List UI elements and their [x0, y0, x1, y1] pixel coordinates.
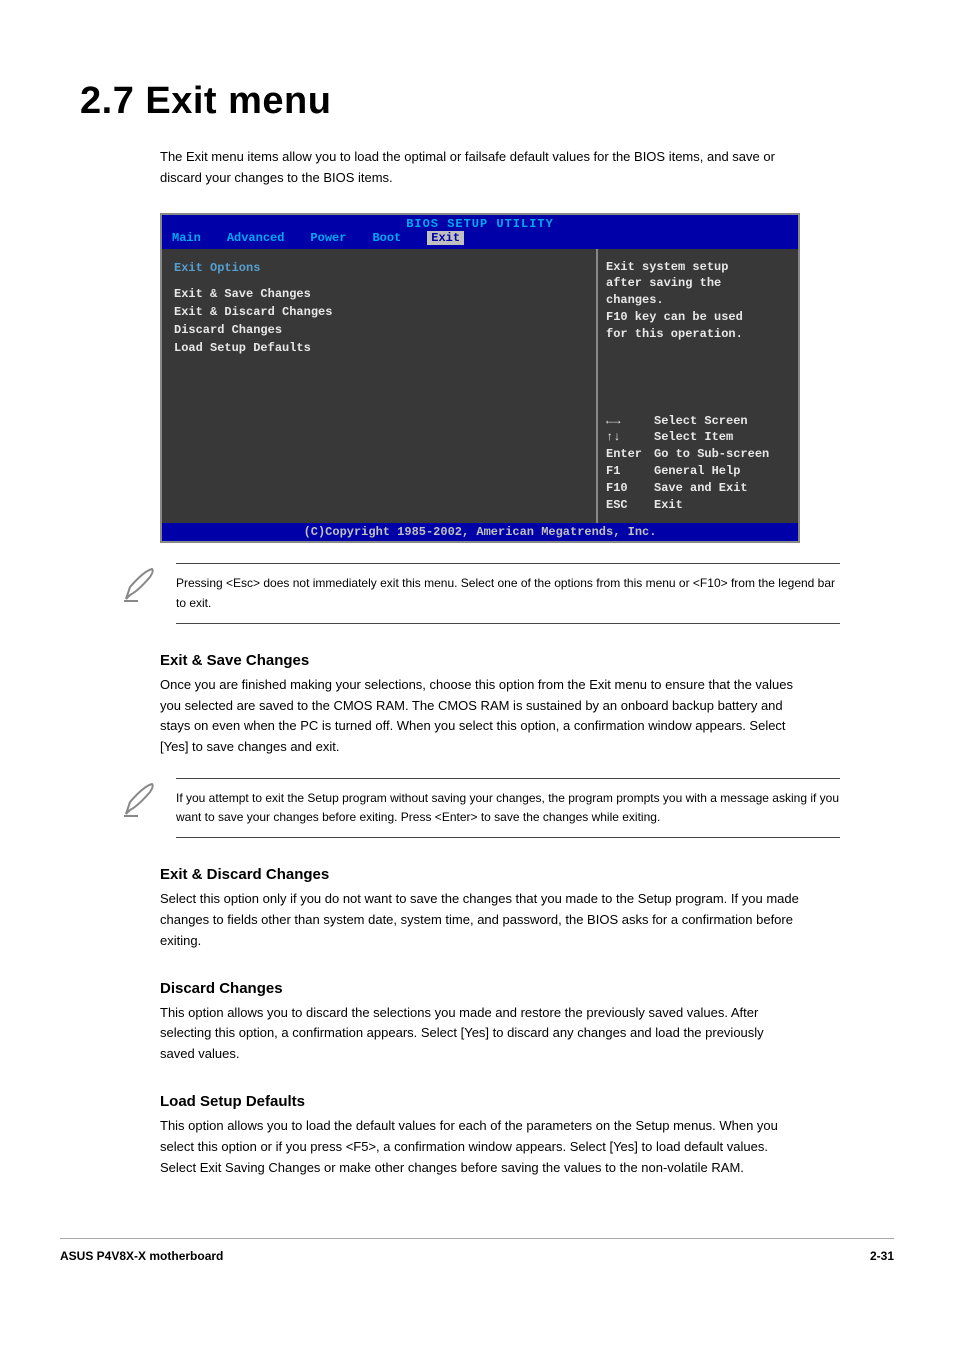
bios-help-line: for this operation. — [606, 326, 790, 343]
bios-tab-boot: Boot — [372, 231, 401, 245]
subheading-exit-save: Exit & Save Changes — [160, 652, 894, 669]
bios-exit-options-heading: Exit Options — [174, 259, 584, 277]
subheading-discard-changes: Discard Changes — [160, 980, 894, 997]
bios-left-panel: Exit Options Exit & Save Changes Exit & … — [162, 249, 598, 524]
note-block: If you attempt to exit the Setup program… — [120, 778, 840, 838]
legend-key: Enter — [606, 446, 654, 463]
section-heading: 2.7 Exit menu — [80, 80, 894, 123]
legend-key: ESC — [606, 497, 654, 514]
note-pen-icon — [120, 565, 160, 610]
legend-label: Go to Sub-screen — [654, 446, 769, 463]
subheading-exit-discard: Exit & Discard Changes — [160, 866, 894, 883]
bios-right-panel: Exit system setup after saving the chang… — [598, 249, 798, 524]
legend-label: Save and Exit — [654, 480, 748, 497]
legend-label: General Help — [654, 463, 740, 480]
bios-item: Exit & Discard Changes — [174, 303, 584, 321]
bios-help-line: after saving the — [606, 275, 790, 292]
bios-item: Exit & Save Changes — [174, 285, 584, 303]
footer-left: ASUS P4V8X-X motherboard — [60, 1249, 223, 1263]
bios-title: BIOS SETUP UTILITY — [162, 215, 798, 231]
page-footer: ASUS P4V8X-X motherboard 2-31 — [60, 1238, 894, 1263]
bios-legend: ←→Select Screen ↑↓Select Item EnterGo to… — [606, 413, 790, 514]
legend-key: ←→ — [606, 413, 654, 430]
bios-item: Discard Changes — [174, 321, 584, 339]
bios-copyright: (C)Copyright 1985-2002, American Megatre… — [162, 523, 798, 541]
bios-item: Load Setup Defaults — [174, 339, 584, 357]
bios-screenshot: BIOS SETUP UTILITY Main Advanced Power B… — [160, 213, 800, 544]
note-text: If you attempt to exit the Setup program… — [176, 778, 840, 838]
bios-help-line: Exit system setup — [606, 259, 790, 276]
bios-tab-bar: Main Advanced Power Boot Exit — [162, 231, 798, 249]
bios-tab-main: Main — [172, 231, 201, 245]
note-block: Pressing <Esc> does not immediately exit… — [120, 563, 840, 623]
bios-tab-exit: Exit — [427, 231, 464, 245]
legend-label: Exit — [654, 497, 683, 514]
body-paragraph: Once you are finished making your select… — [160, 675, 800, 758]
note-pen-icon — [120, 780, 160, 825]
bios-help-line: changes. — [606, 292, 790, 309]
legend-label: Select Item — [654, 429, 733, 446]
body-paragraph: Select this option only if you do not wa… — [160, 889, 800, 951]
note-text: Pressing <Esc> does not immediately exit… — [176, 563, 840, 623]
body-paragraph: This option allows you to load the defau… — [160, 1116, 800, 1178]
subheading-load-defaults: Load Setup Defaults — [160, 1093, 894, 1110]
bios-tab-power: Power — [310, 231, 346, 245]
body-paragraph: This option allows you to discard the se… — [160, 1003, 800, 1065]
bios-tab-advanced: Advanced — [227, 231, 285, 245]
legend-key: F1 — [606, 463, 654, 480]
footer-right: 2-31 — [870, 1249, 894, 1263]
intro-paragraph: The Exit menu items allow you to load th… — [160, 147, 800, 189]
bios-help-line: F10 key can be used — [606, 309, 790, 326]
legend-key: ↑↓ — [606, 429, 654, 446]
legend-key: F10 — [606, 480, 654, 497]
legend-label: Select Screen — [654, 413, 748, 430]
